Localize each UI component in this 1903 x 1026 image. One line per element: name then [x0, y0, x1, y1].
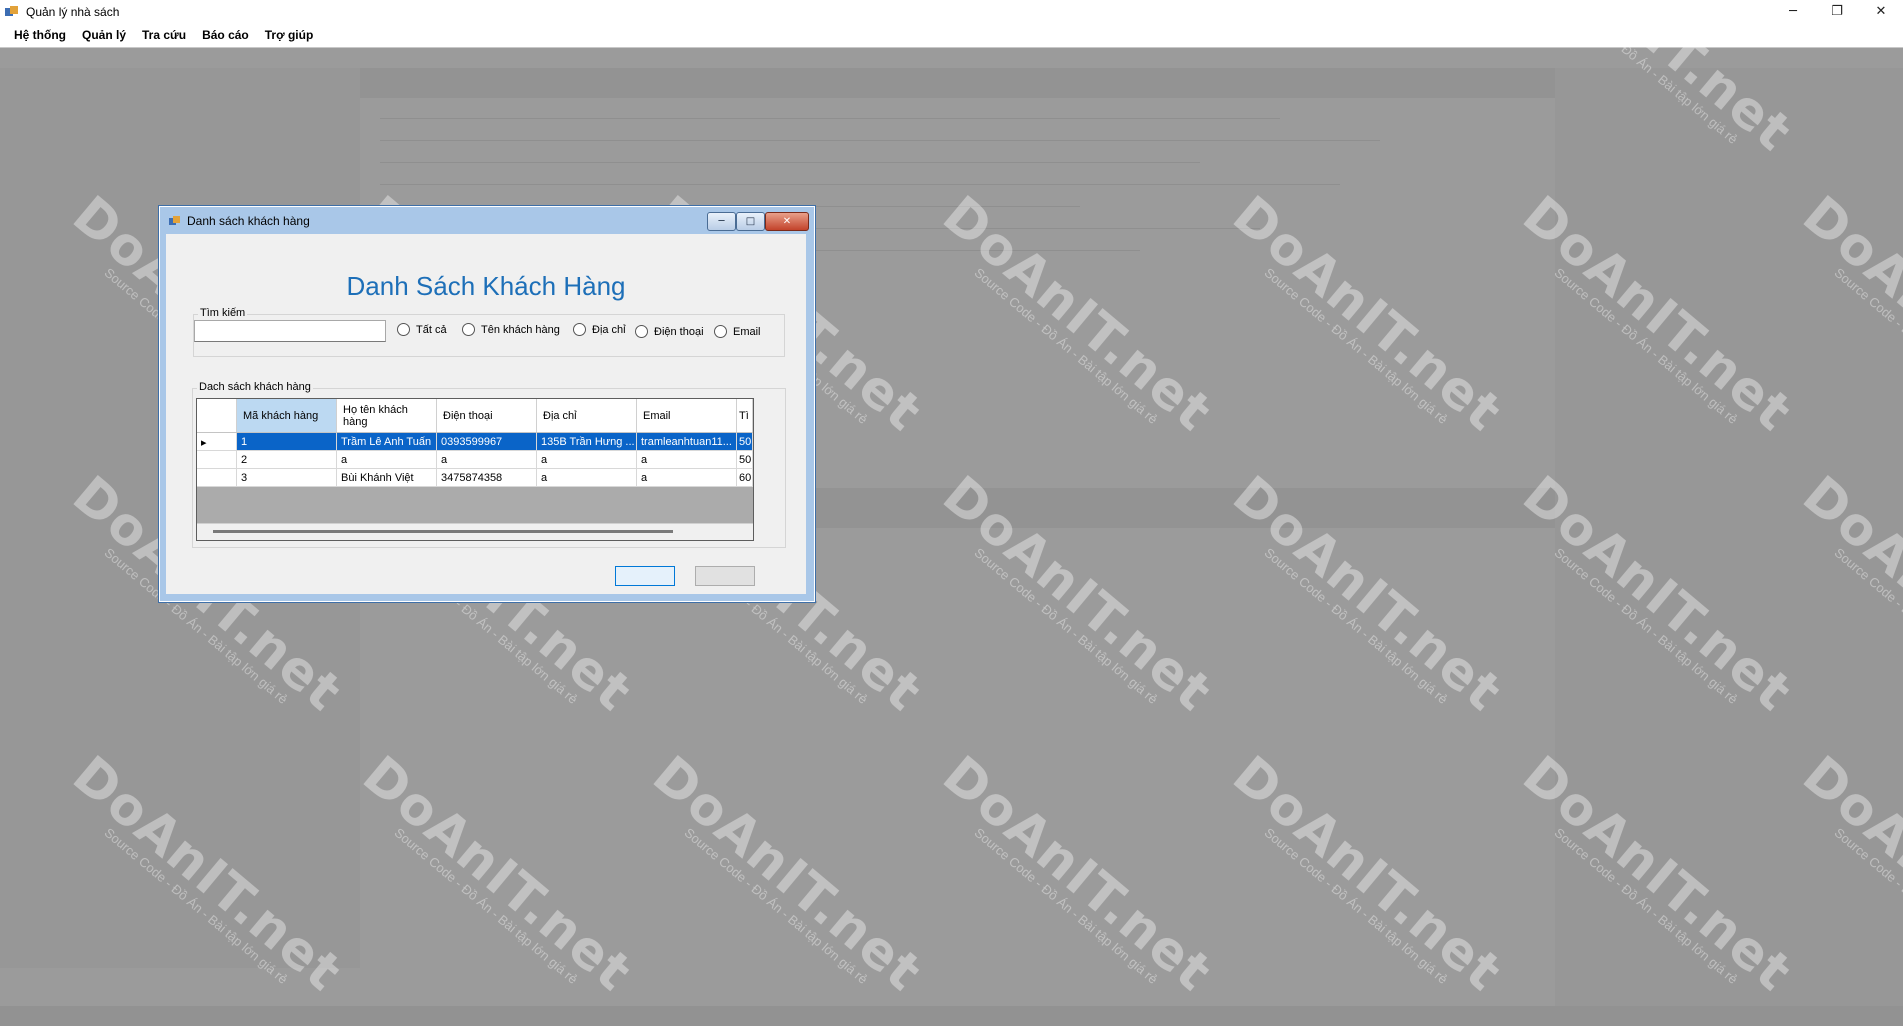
- menu-quan-ly[interactable]: Quản lý: [74, 28, 134, 42]
- close-button[interactable]: ✕: [1859, 0, 1903, 23]
- customer-list-group-label: Dach sách khách hàng: [197, 381, 313, 393]
- app-icon: [5, 5, 19, 18]
- minimize-button[interactable]: ─: [1771, 0, 1815, 23]
- cell-phone[interactable]: 0393599967: [437, 433, 537, 451]
- radio-email[interactable]: Email: [714, 325, 761, 338]
- cell-email[interactable]: tramleanhtuan11...: [637, 433, 737, 451]
- dialog-minimize-button[interactable]: ─: [707, 212, 736, 231]
- ok-button[interactable]: [615, 566, 675, 586]
- maximize-button[interactable]: ❐: [1815, 0, 1859, 23]
- radio-circle: [397, 323, 410, 336]
- radio-phone[interactable]: Điện thoại: [635, 325, 704, 338]
- customer-list-dialog: Danh sách khách hàng ─ □ ✕ Danh Sách Khá…: [158, 205, 816, 603]
- cell-id[interactable]: 1: [237, 433, 337, 451]
- grid-header: Mã khách hàng Họ tên khách hàng Điện tho…: [197, 399, 753, 433]
- dialog-heading: Danh Sách Khách Hàng: [346, 271, 626, 301]
- radio-circle: [573, 323, 586, 336]
- column-header-dien-thoai[interactable]: Điện thoại: [437, 399, 537, 432]
- menu-bar: Hệ thống Quản lý Tra cứu Báo cáo Trợ giú…: [0, 23, 1903, 48]
- dialog-app-icon: [169, 215, 181, 225]
- app-title-bar: Quản lý nhà sách ─ ❐ ✕: [0, 0, 1903, 23]
- radio-all[interactable]: Tất cả: [397, 323, 447, 336]
- search-input[interactable]: [194, 320, 386, 342]
- cell-email[interactable]: a: [637, 451, 737, 469]
- row-header-current-marker: ▸: [197, 433, 237, 451]
- table-row[interactable]: 2 a a a a 50: [197, 451, 753, 469]
- cell-address[interactable]: a: [537, 469, 637, 487]
- cell-id[interactable]: 3: [237, 469, 337, 487]
- menu-he-thong[interactable]: Hệ thống: [6, 28, 74, 42]
- grid-corner: [197, 399, 237, 432]
- cell-extra[interactable]: 60: [737, 469, 753, 487]
- menu-tro-giup[interactable]: Trợ giúp: [257, 28, 322, 42]
- radio-circle: [714, 325, 727, 338]
- column-header-ho-ten[interactable]: Họ tên khách hàng: [337, 399, 437, 432]
- cell-name[interactable]: a: [337, 451, 437, 469]
- radio-address[interactable]: Địa chỉ: [573, 323, 626, 336]
- column-header-truncated[interactable]: Tì: [737, 399, 753, 432]
- cell-extra[interactable]: 50: [737, 451, 753, 469]
- menu-bao-cao[interactable]: Báo cáo: [194, 28, 257, 42]
- cell-email[interactable]: a: [637, 469, 737, 487]
- dialog-maximize-button[interactable]: □: [736, 212, 765, 231]
- radio-circle: [462, 323, 475, 336]
- radio-customer-name[interactable]: Tên khách hàng: [462, 323, 560, 336]
- menu-tra-cuu[interactable]: Tra cứu: [134, 28, 194, 42]
- cell-phone[interactable]: 3475874358: [437, 469, 537, 487]
- grid-horizontal-scrollbar[interactable]: [197, 523, 753, 540]
- cell-id[interactable]: 2: [237, 451, 337, 469]
- dialog-title-bar[interactable]: Danh sách khách hàng ─ □ ✕: [159, 206, 815, 234]
- cell-address[interactable]: a: [537, 451, 637, 469]
- cell-extra[interactable]: 50: [737, 433, 753, 451]
- column-header-ma-khach-hang[interactable]: Mã khách hàng: [237, 399, 337, 432]
- dialog-title: Danh sách khách hàng: [187, 214, 310, 228]
- row-header: [197, 451, 237, 469]
- dialog-close-button[interactable]: ✕: [765, 212, 809, 231]
- cell-name[interactable]: Bùi Khánh Việt: [337, 469, 437, 487]
- radio-circle: [635, 325, 648, 338]
- row-header: [197, 469, 237, 487]
- search-group-label: Tìm kiếm: [198, 307, 248, 319]
- table-row[interactable]: ▸ 1 Trầm Lê Anh Tuấn 0393599967 135B Trầ…: [197, 433, 753, 451]
- ghost-statusbar: [0, 1006, 1903, 1026]
- dialog-client-area: Danh Sách Khách Hàng Tìm kiếm Tất cả Tên…: [166, 234, 806, 594]
- customer-grid[interactable]: Mã khách hàng Họ tên khách hàng Điện tho…: [196, 398, 754, 541]
- cell-phone[interactable]: a: [437, 451, 537, 469]
- cancel-button[interactable]: [695, 566, 755, 586]
- column-header-dia-chi[interactable]: Địa chỉ: [537, 399, 637, 432]
- app-title: Quản lý nhà sách: [26, 4, 120, 19]
- ghost-tabstrip: [360, 68, 1555, 98]
- column-header-email[interactable]: Email: [637, 399, 737, 432]
- cell-name[interactable]: Trầm Lê Anh Tuấn: [337, 433, 437, 451]
- scrollbar-thumb[interactable]: [213, 530, 673, 533]
- table-row[interactable]: 3 Bùi Khánh Việt 3475874358 a a 60: [197, 469, 753, 487]
- cell-address[interactable]: 135B Trần Hưng ...: [537, 433, 637, 451]
- ghost-panel-right: [1555, 68, 1903, 1018]
